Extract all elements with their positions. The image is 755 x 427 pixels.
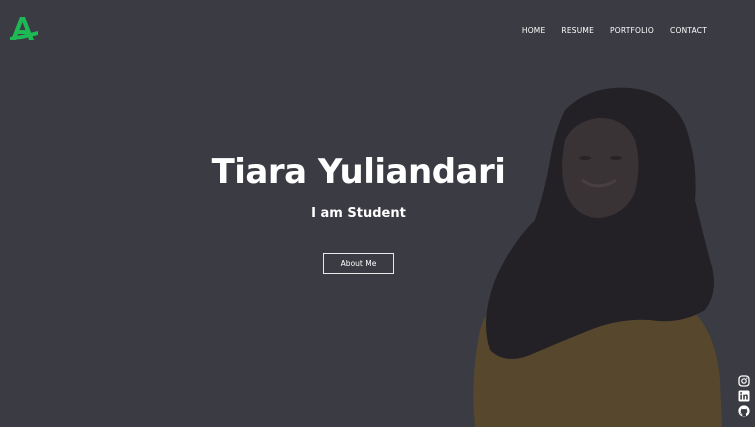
linkedin-icon[interactable] (738, 387, 750, 402)
main-nav: HOME RESUME PORTFOLIO CONTACT (522, 25, 707, 37)
hero-tagline: I am Student (311, 206, 406, 221)
nav-item-resume[interactable]: RESUME (561, 25, 594, 37)
about-me-button[interactable]: About Me (323, 253, 394, 274)
github-icon[interactable] (738, 402, 750, 417)
instagram-icon[interactable] (738, 372, 750, 387)
social-links (738, 372, 750, 417)
hero-name: Tiara Yuliandari (211, 152, 506, 192)
nav-item-portfolio[interactable]: PORTFOLIO (610, 25, 654, 37)
hero-section: HOME RESUME PORTFOLIO CONTACT Tiara Yuli… (0, 0, 755, 427)
brand-logo-icon[interactable] (8, 14, 40, 42)
profile-photo (470, 80, 755, 427)
nav-item-contact[interactable]: CONTACT (670, 25, 707, 37)
nav-item-home[interactable]: HOME (522, 25, 546, 37)
